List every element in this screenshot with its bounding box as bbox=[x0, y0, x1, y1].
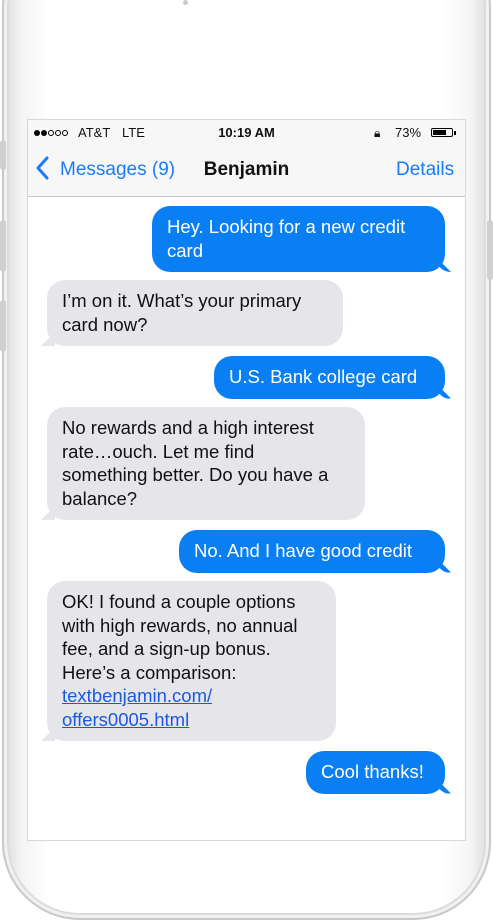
volume-up-button bbox=[0, 220, 6, 272]
outgoing-message: U.S. Bank college card bbox=[214, 356, 445, 399]
message-line: U.S. Bank college card bbox=[229, 366, 418, 387]
message-line: card bbox=[167, 239, 203, 261]
message-line: something better. Do you have a bbox=[62, 464, 329, 485]
message-line: Here’s a comparison: bbox=[62, 661, 237, 683]
volume-down-button bbox=[0, 300, 6, 352]
message-line: fee, and a sign-up bonus. bbox=[62, 638, 271, 659]
message-line: with high rewards, no annual bbox=[62, 614, 298, 636]
outgoing-message: No. And I have good credit bbox=[179, 530, 445, 573]
message-line: OK! I found a couple options bbox=[62, 591, 296, 612]
outgoing-message: Cool thanks! bbox=[306, 751, 445, 794]
outgoing-message: Hey. Looking for a new credit card bbox=[152, 206, 445, 272]
message-line: card now? bbox=[62, 313, 148, 335]
message-line: Hey. Looking for a new credit bbox=[167, 216, 406, 237]
screen: AT&T LTE 10:19 AM 🔒︎ 73% Messages (9) Be… bbox=[28, 120, 465, 840]
offer-link[interactable]: textbenjamin.com/ bbox=[62, 684, 322, 708]
chevron-left-icon[interactable] bbox=[35, 156, 49, 184]
incoming-message: No rewards and a high interest rate…ouch… bbox=[47, 407, 365, 520]
rotation-lock-icon: 🔒︎ bbox=[374, 126, 381, 140]
battery-icon bbox=[431, 128, 453, 137]
back-to-messages-button[interactable]: Messages (9) bbox=[60, 156, 175, 184]
message-line: No. And I have good credit bbox=[194, 540, 413, 561]
message-line: Cool thanks! bbox=[321, 761, 424, 782]
power-button bbox=[487, 220, 493, 280]
battery-percentage: 73% bbox=[395, 125, 422, 140]
incoming-message: OK! I found a couple options with high r… bbox=[47, 581, 336, 741]
details-button[interactable]: Details bbox=[396, 156, 454, 184]
incoming-message: I’m on it. What’s your primary card now? bbox=[47, 280, 343, 346]
proximity-sensor-icon bbox=[183, 0, 188, 5]
message-thread[interactable]: Hey. Looking for a new credit card I’m o… bbox=[28, 197, 465, 840]
message-line: rate…ouch. Let me find bbox=[62, 440, 255, 462]
message-line: balance? bbox=[62, 487, 138, 509]
battery-level-fill bbox=[433, 130, 447, 135]
message-line: No rewards and a high interest bbox=[62, 417, 314, 438]
battery-tip bbox=[454, 131, 456, 135]
message-line: I’m on it. What’s your primary bbox=[62, 290, 302, 311]
mute-switch bbox=[0, 140, 6, 170]
offer-link[interactable]: offers0005.html bbox=[62, 708, 322, 732]
